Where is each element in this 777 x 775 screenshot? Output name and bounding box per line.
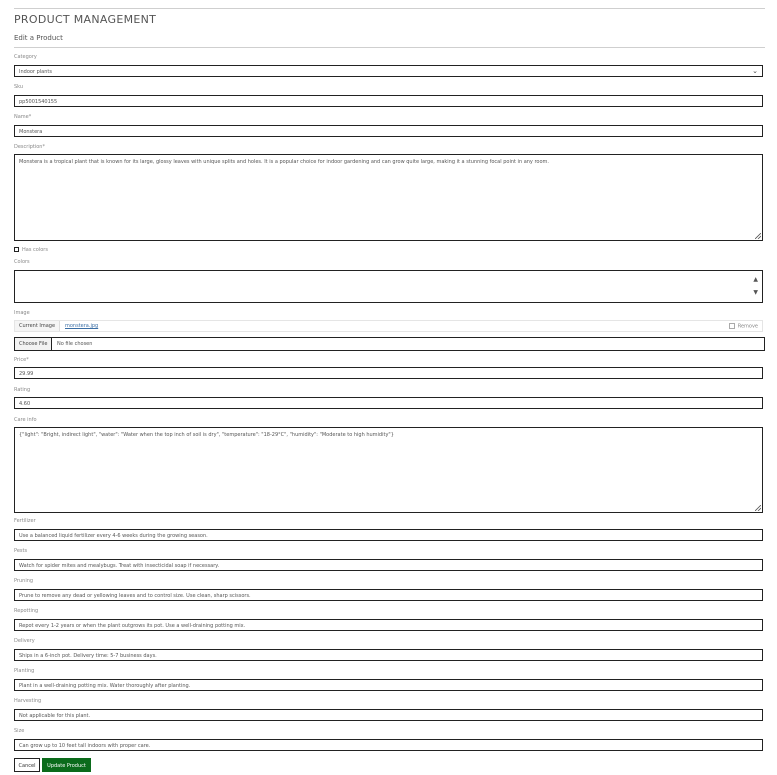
- cancel-button[interactable]: Cancel: [14, 758, 40, 772]
- category-select[interactable]: Indoor plants ⌄: [14, 65, 763, 77]
- name-value: Monstera: [19, 129, 43, 135]
- colors-label: Colors: [14, 259, 30, 265]
- sku-input[interactable]: pp5001540155: [14, 95, 763, 107]
- pests-value: Watch for spider mites and mealybugs. Tr…: [19, 563, 220, 569]
- description-textarea[interactable]: Monstera is a tropical plant that is kno…: [14, 154, 763, 241]
- size-input[interactable]: Can grow up to 10 feet tall indoors with…: [14, 739, 763, 751]
- name-label: Name*: [14, 114, 32, 120]
- top-divider: [14, 8, 765, 9]
- update-product-button[interactable]: Update Product: [42, 758, 91, 772]
- repotting-input[interactable]: Repot every 1-2 years or when the plant …: [14, 619, 763, 631]
- remove-image-control[interactable]: Remove: [728, 323, 758, 330]
- rating-value: 4.60: [19, 401, 31, 407]
- price-value: 29.99: [19, 371, 34, 377]
- rating-label: Rating: [14, 387, 31, 393]
- care-info-value: {"light": "Bright, indirect light", "wat…: [19, 432, 394, 438]
- resize-handle-icon[interactable]: [755, 233, 761, 239]
- harvesting-label: Harvesting: [14, 698, 42, 704]
- planting-input[interactable]: Plant in a well-draining potting mix. Wa…: [14, 679, 763, 691]
- has-colors-checkbox[interactable]: [14, 247, 19, 252]
- care-info-textarea[interactable]: {"light": "Bright, indirect light", "wat…: [14, 427, 763, 513]
- sku-label: Sku: [14, 84, 24, 90]
- pruning-label: Pruning: [14, 578, 34, 584]
- sku-value: pp5001540155: [19, 99, 58, 105]
- planting-label: Planting: [14, 668, 35, 674]
- repotting-label: Repotting: [14, 608, 39, 614]
- care-info-label: Care info: [14, 417, 37, 423]
- image-label: Image: [14, 310, 30, 316]
- category-label: Category: [14, 54, 37, 60]
- planting-value: Plant in a well-draining potting mix. Wa…: [19, 683, 191, 689]
- size-value: Can grow up to 10 feet tall indoors with…: [19, 743, 151, 749]
- pests-input[interactable]: Watch for spider mites and mealybugs. Tr…: [14, 559, 763, 571]
- scroll-down-icon[interactable]: ▼: [753, 289, 758, 296]
- size-label: Size: [14, 728, 25, 734]
- repotting-value: Repot every 1-2 years or when the plant …: [19, 623, 246, 629]
- page-title: PRODUCT MANAGEMENT: [14, 13, 157, 26]
- fertilizer-label: Fertilizer: [14, 518, 36, 524]
- scroll-up-icon[interactable]: ▲: [753, 276, 758, 283]
- remove-checkbox[interactable]: [728, 323, 735, 329]
- delivery-value: Ships in a 6-inch pot. Delivery time: 5-…: [19, 653, 157, 659]
- resize-handle-icon[interactable]: [755, 505, 761, 511]
- price-input[interactable]: 29.99: [14, 367, 763, 379]
- delivery-input[interactable]: Ships in a 6-inch pot. Delivery time: 5-…: [14, 649, 763, 661]
- has-colors-label: Has colors: [22, 247, 48, 253]
- harvesting-input[interactable]: Not applicable for this plant.: [14, 709, 763, 721]
- colors-multiselect[interactable]: ▲ ▼: [14, 270, 763, 303]
- page-subtitle: Edit a Product: [14, 34, 63, 42]
- current-image-link[interactable]: monstera.jpg: [65, 323, 98, 329]
- current-image-label: Current Image: [15, 321, 61, 331]
- rating-input[interactable]: 4.60: [14, 397, 763, 409]
- pruning-value: Prune to remove any dead or yellowing le…: [19, 593, 251, 599]
- chevron-down-icon: ⌄: [752, 67, 758, 75]
- name-input[interactable]: Monstera: [14, 125, 763, 137]
- category-value: Indoor plants: [19, 69, 52, 75]
- harvesting-value: Not applicable for this plant.: [19, 713, 91, 719]
- remove-label: Remove: [737, 323, 758, 330]
- choose-file-button[interactable]: Choose File: [15, 338, 53, 350]
- delivery-label: Delivery: [14, 638, 35, 644]
- header-divider: [14, 47, 765, 48]
- current-image-row: Current Image monstera.jpg Remove: [14, 320, 763, 332]
- file-status-text: No file chosen: [57, 341, 93, 347]
- pests-label: Pests: [14, 548, 28, 554]
- pruning-input[interactable]: Prune to remove any dead or yellowing le…: [14, 589, 763, 601]
- description-label: Description*: [14, 144, 45, 150]
- fertilizer-value: Use a balanced liquid fertilizer every 4…: [19, 533, 208, 539]
- image-file-input[interactable]: Choose File No file chosen: [14, 337, 765, 351]
- fertilizer-input[interactable]: Use a balanced liquid fertilizer every 4…: [14, 529, 763, 541]
- description-value: Monstera is a tropical plant that is kno…: [19, 159, 550, 165]
- price-label: Price*: [14, 357, 29, 363]
